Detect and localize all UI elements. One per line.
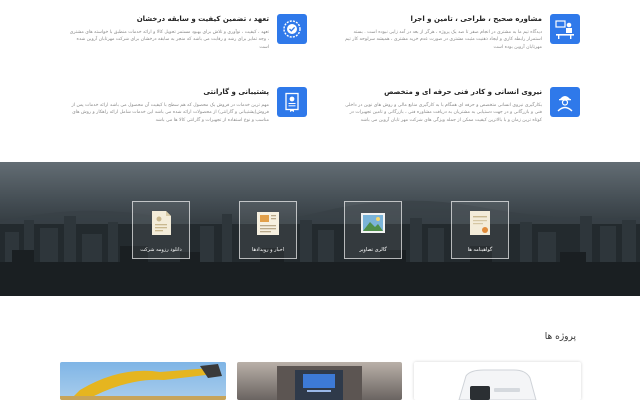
news-icon: [253, 208, 283, 242]
engineer-icon: [550, 87, 580, 117]
feature-title: تعهد ، تضمین کیفیت و سابقه درخشان: [136, 15, 269, 23]
feature-consulting: مشاوره صحیح ، طراحی ، تامین و اجرا دیدگا…: [340, 12, 580, 76]
feature-title: پشتیبانی و گارانتی: [203, 88, 269, 96]
city-banner: گواهینامه ها گالری تصاویر اخبار و رویداد…: [0, 162, 640, 296]
banner-overlay: [0, 162, 640, 296]
tile-news[interactable]: اخبار و رویدادها: [239, 201, 297, 259]
project-card-printer[interactable]: [414, 362, 581, 400]
projects-title: پروژه ها: [544, 332, 576, 342]
certificate-icon: [465, 208, 495, 242]
tile-label: گالری تصاویر: [359, 247, 387, 253]
feature-title: نیروی انسانی و کادر فنی حرفه ای و متخصص: [384, 88, 542, 96]
feature-description: تعهد ، کیفیت ، نوآوری و تلاش برای بهبود …: [69, 30, 269, 50]
resume-download-icon: [146, 208, 176, 242]
label-printer-image: [458, 369, 537, 400]
tile-label: اخبار و رویدادها: [251, 247, 285, 253]
feature-title: مشاوره صحیح ، طراحی ، تامین و اجرا: [410, 15, 542, 23]
feature-description: بکارگیری نیروی انسانی متخصص و حرفه ای هم…: [345, 103, 542, 123]
feature-staff: نیروی انسانی و کادر فنی حرفه ای و متخصص …: [340, 85, 580, 149]
tile-label: دانلود رزومه شرکت: [140, 247, 182, 253]
quality-badge-icon: [277, 14, 307, 44]
tile-gallery[interactable]: گالری تصاویر: [344, 201, 402, 259]
project-card-excavator[interactable]: [60, 362, 226, 400]
features-section: مشاوره صحیح ، طراحی ، تامین و اجرا دیدگا…: [0, 0, 640, 162]
feature-description: دیدگاه تیم ما به مشتری در انجام صفر تا ص…: [345, 30, 542, 50]
tile-label: گواهینامه ها: [467, 247, 493, 253]
elevator-cabin-image: [277, 366, 362, 400]
tile-certificates[interactable]: گواهینامه ها: [451, 201, 509, 259]
feature-description: مهم ترین خدمات در فروش یک محصول که هم سط…: [71, 103, 270, 123]
consulting-icon: [550, 14, 580, 44]
tile-resume-download[interactable]: دانلود رزومه شرکت: [132, 201, 190, 259]
warranty-certificate-icon: [277, 87, 307, 117]
feature-support: پشتیبانی و گارانتی مهم ترین خدمات در فرو…: [67, 85, 307, 149]
excavator-image: [60, 364, 226, 400]
feature-quality: تعهد ، تضمین کیفیت و سابقه درخشان تعهد ،…: [67, 12, 307, 76]
gallery-icon: [358, 208, 388, 242]
project-card-elevator[interactable]: [237, 362, 402, 400]
